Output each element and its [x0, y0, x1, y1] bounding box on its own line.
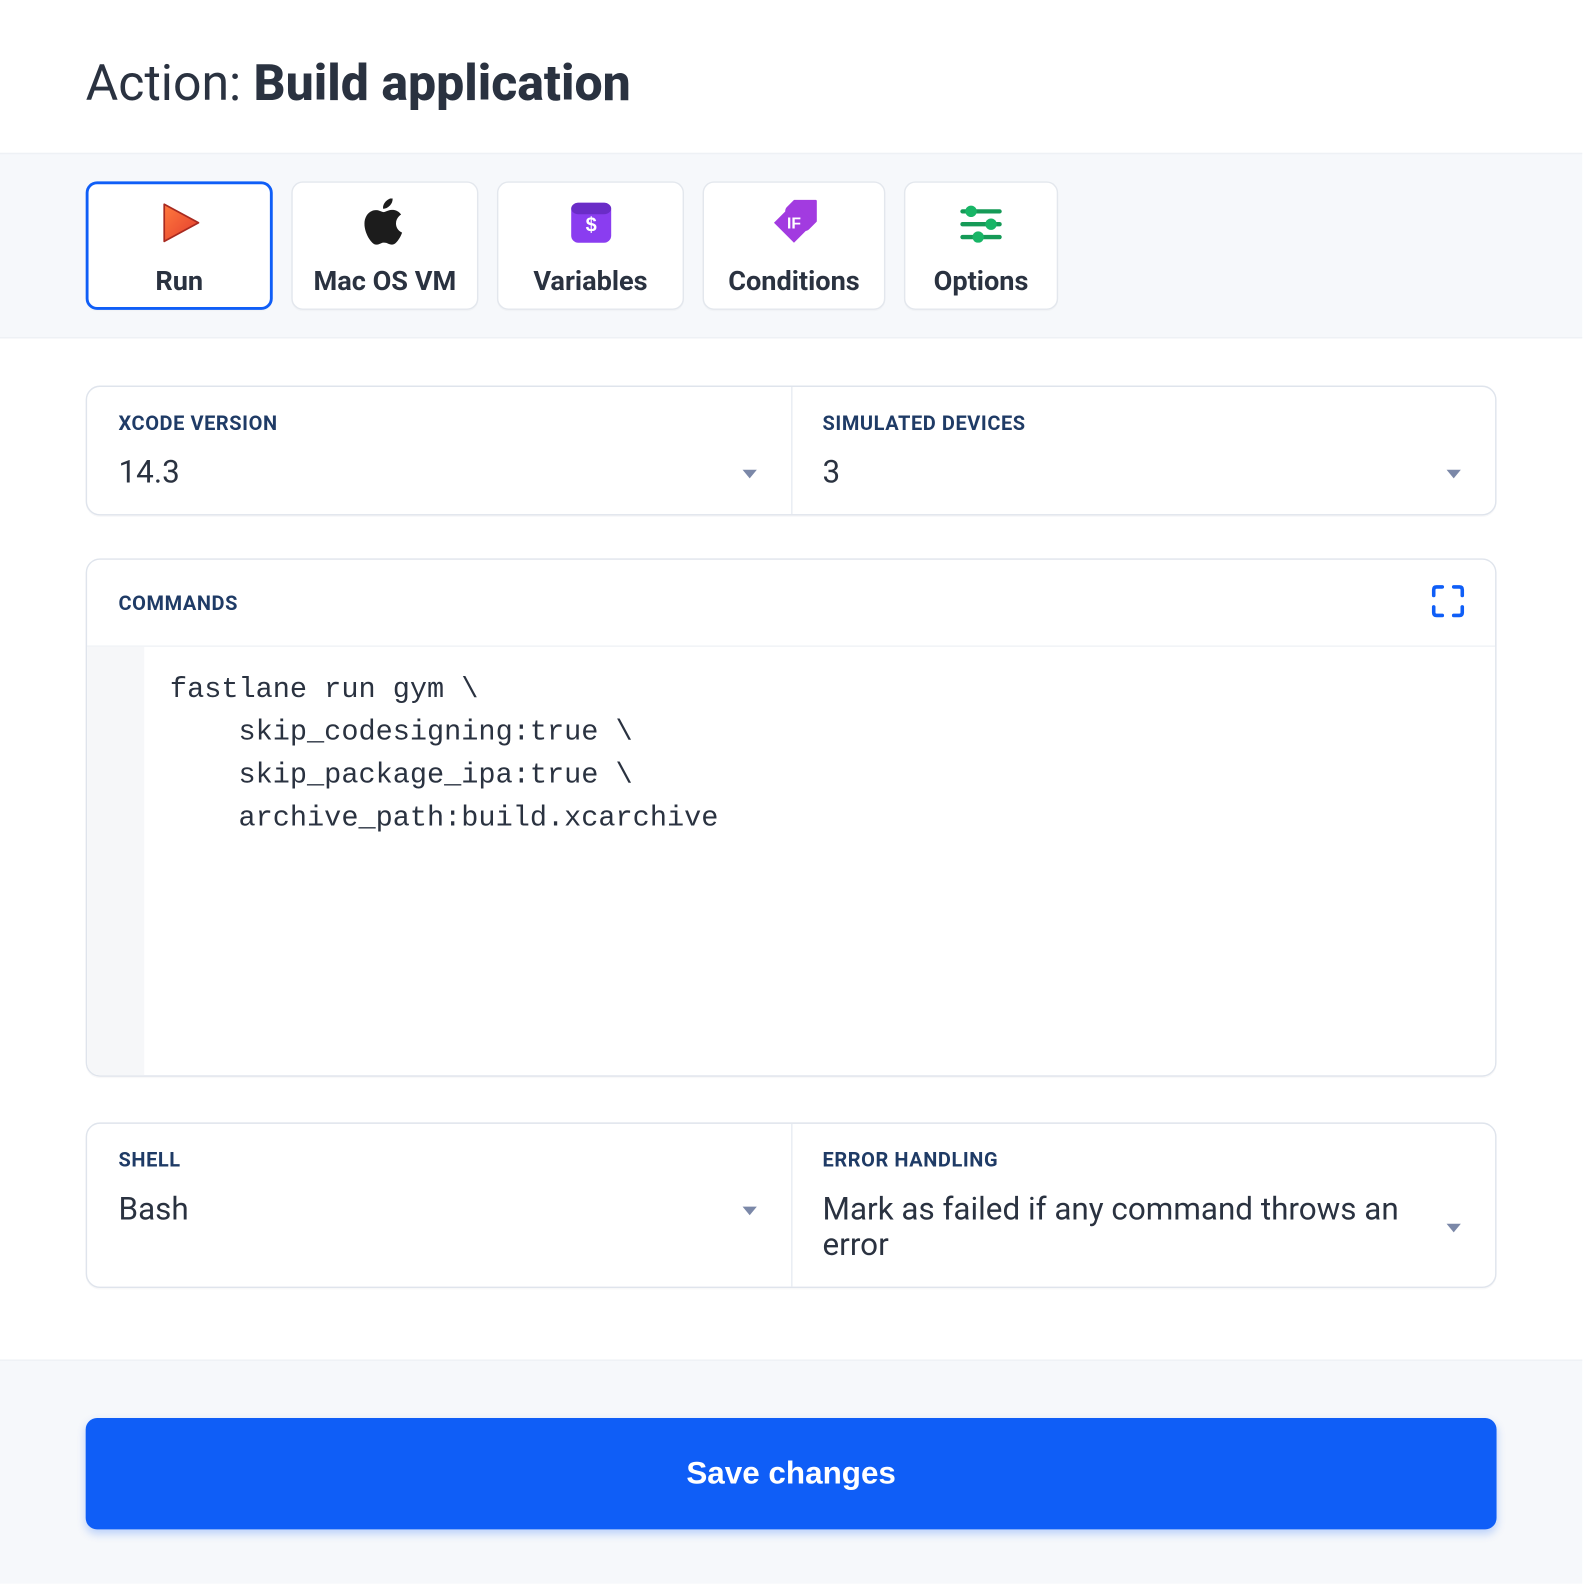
shell-error-row: SHELL Bash ERROR HANDLING Mark as failed… [86, 1122, 1497, 1288]
svg-text:IF: IF [787, 215, 801, 232]
tab-label: Run [155, 263, 203, 296]
field-label: XCODE VERSION [119, 413, 760, 436]
tab-options[interactable]: Options [904, 181, 1058, 310]
tab-label: Variables [533, 263, 647, 296]
shell-select[interactable]: SHELL Bash [87, 1124, 791, 1287]
chevron-down-icon [740, 463, 760, 483]
chevron-down-icon [740, 1200, 760, 1220]
apple-icon [358, 195, 412, 249]
title-prefix: Action: [86, 54, 254, 113]
error-handling-select[interactable]: ERROR HANDLING Mark as failed if any com… [791, 1124, 1495, 1287]
expand-button[interactable] [1427, 583, 1470, 626]
svg-text:$: $ [585, 214, 596, 236]
tab-run[interactable]: Run [86, 181, 273, 310]
save-bar: Save changes [0, 1359, 1582, 1583]
conditions-icon: IF [767, 195, 821, 249]
page-title: Action: Build application [86, 54, 1497, 113]
tab-label: Mac OS VM [313, 263, 456, 296]
expand-icon [1429, 583, 1466, 626]
chevron-down-icon [1444, 463, 1464, 483]
options-icon [954, 195, 1008, 249]
variables-icon: $ [563, 195, 617, 249]
xcode-sim-row: XCODE VERSION 14.3 SIMULATED DEVICES 3 [86, 386, 1497, 516]
editor-gutter [87, 647, 144, 1075]
play-icon [152, 195, 206, 249]
commands-editor[interactable]: fastlane run gym \ skip_codesigning:true… [87, 647, 1495, 1075]
tab-conditions[interactable]: IF Conditions [703, 181, 886, 310]
error-handling-value: Mark as failed if any command throws an … [823, 1192, 1444, 1263]
tab-variables[interactable]: $ Variables [497, 181, 684, 310]
chevron-down-icon [1444, 1218, 1464, 1238]
commands-card: COMMANDS fastlane run gym \ skip_codesi [86, 558, 1497, 1076]
page-header: Action: Build application [0, 0, 1582, 153]
commands-label: COMMANDS [119, 593, 238, 616]
field-label: SHELL [119, 1150, 760, 1173]
title-name: Build application [254, 54, 631, 113]
tab-label: Conditions [728, 263, 860, 296]
simulated-devices-select[interactable]: SIMULATED DEVICES 3 [791, 387, 1495, 514]
tab-label: Options [934, 263, 1029, 296]
xcode-version-select[interactable]: XCODE VERSION 14.3 [87, 387, 791, 514]
tabs-strip: Run Mac OS VM $ Variables [0, 153, 1582, 339]
shell-value: Bash [119, 1192, 189, 1228]
field-label: SIMULATED DEVICES [823, 413, 1464, 436]
xcode-version-value: 14.3 [119, 456, 180, 492]
simulated-devices-value: 3 [823, 456, 841, 492]
commands-code[interactable]: fastlane run gym \ skip_codesigning:true… [144, 647, 1495, 1075]
save-changes-button[interactable]: Save changes [86, 1418, 1497, 1529]
field-label: ERROR HANDLING [823, 1150, 1464, 1173]
tab-macosvm[interactable]: Mac OS VM [291, 181, 478, 310]
